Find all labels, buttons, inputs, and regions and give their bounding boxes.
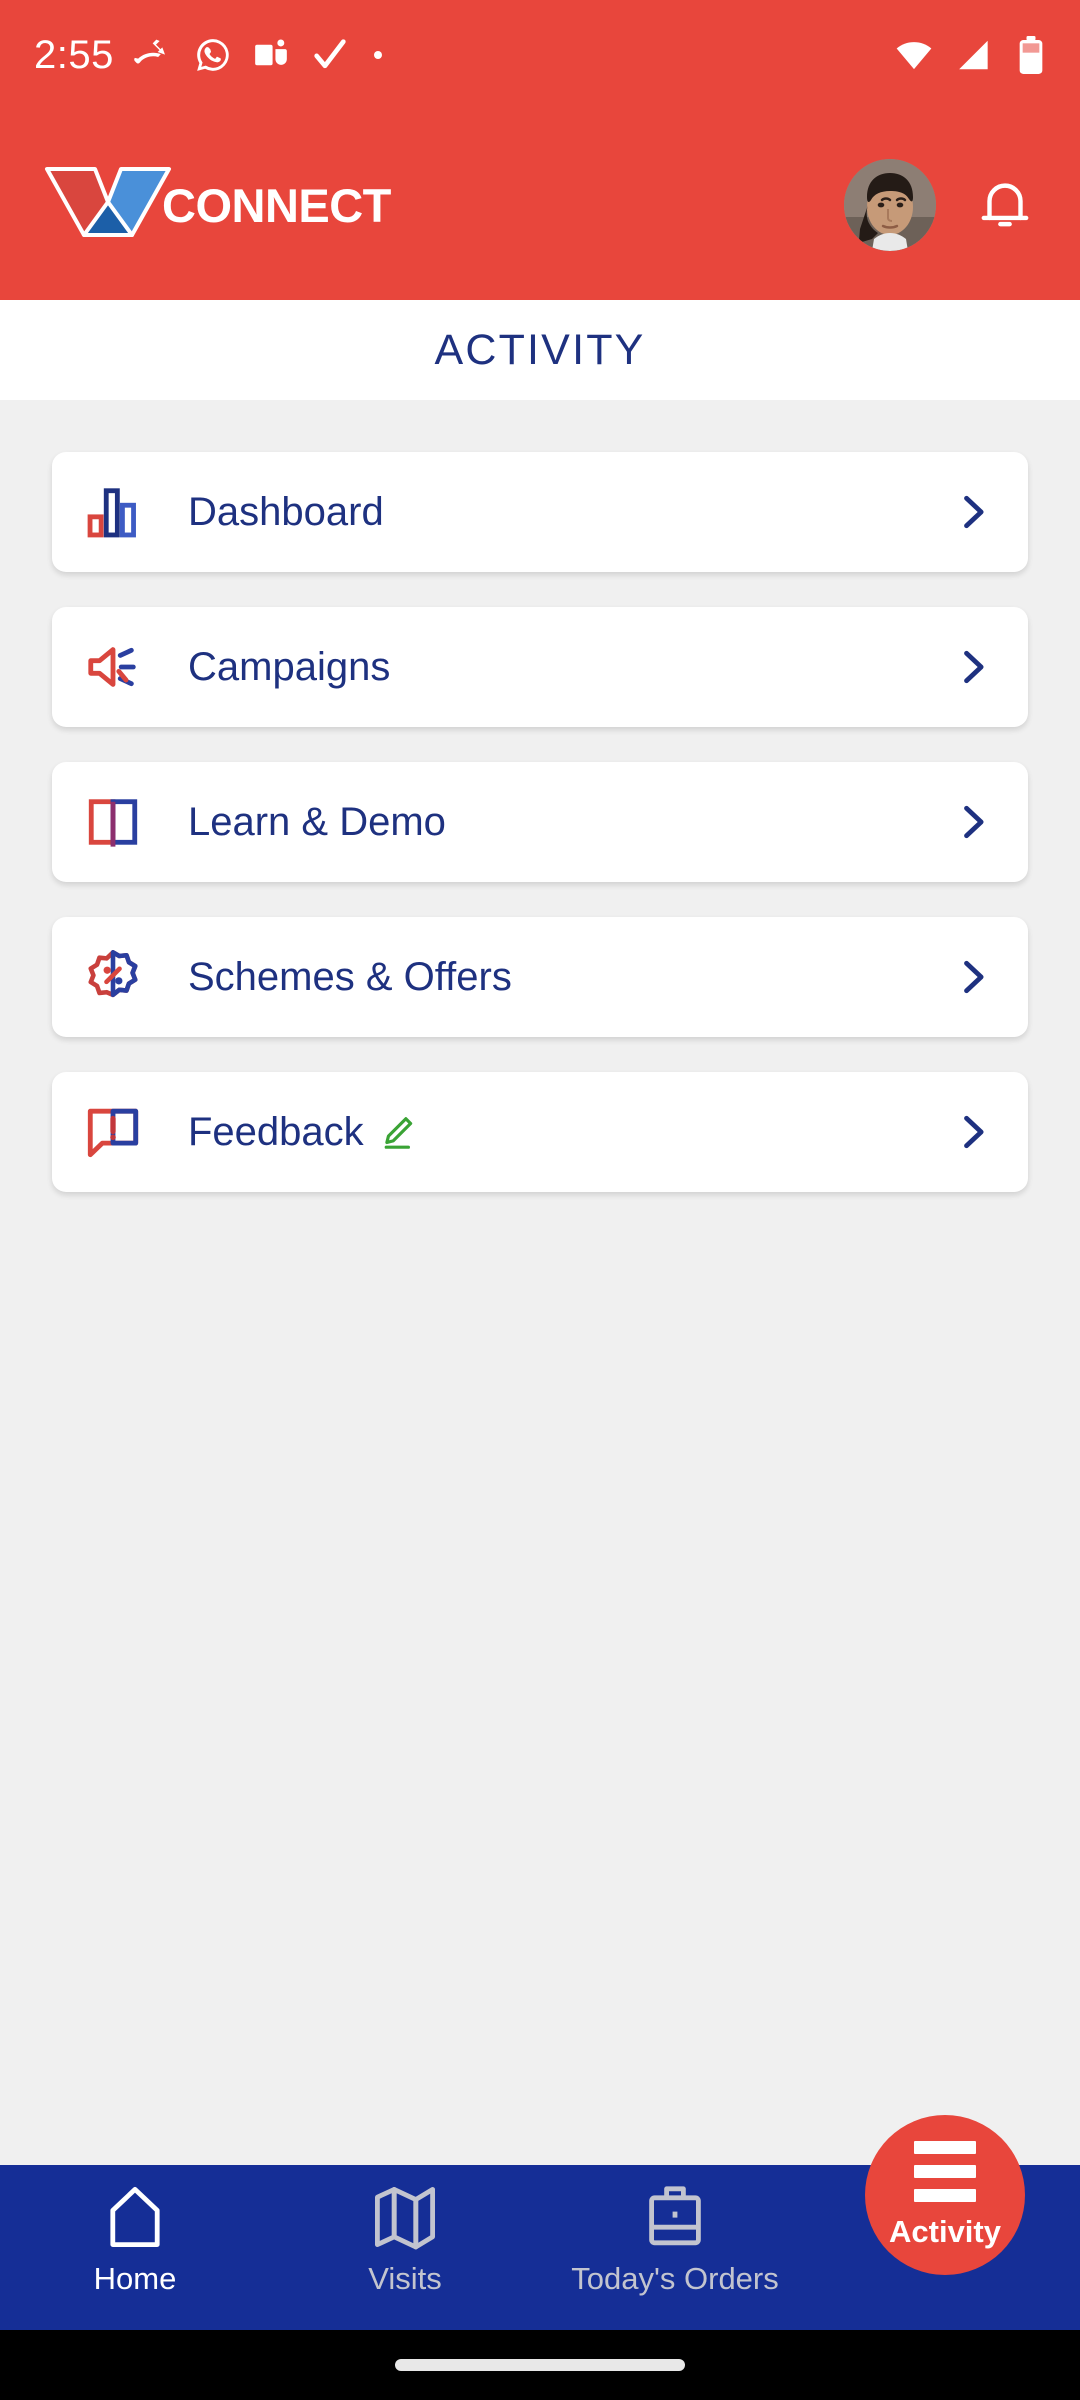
menu-item-label: Dashboard	[188, 490, 950, 535]
app-header-actions	[844, 159, 1036, 251]
nav-label-home: Home	[93, 2261, 177, 2296]
app-root: 2:55 CONNECT ACTIVITY Dashboard Campaign…	[0, 0, 1080, 2400]
chevron-right-icon	[950, 955, 994, 999]
dot-icon	[373, 51, 382, 59]
menu-label-text: Schemes & Offers	[188, 954, 512, 999]
menu-item-feedback[interactable]: Feedback	[52, 1072, 1028, 1192]
open-book-icon	[82, 791, 144, 853]
microsoft-teams-icon	[255, 39, 287, 66]
discount-badge-icon	[82, 946, 144, 1008]
menu-label-text: Dashboard	[188, 489, 384, 534]
missed-call-icon	[134, 39, 165, 64]
page-title: ACTIVITY	[434, 325, 646, 374]
home-icon	[110, 2187, 160, 2247]
edit-pencil-icon[interactable]	[378, 1113, 416, 1151]
gesture-handle[interactable]	[395, 2359, 685, 2371]
menu-label-text: Campaigns	[188, 644, 391, 689]
menu-label-text: Learn & Demo	[188, 799, 446, 844]
activity-menu-list: Dashboard Campaigns Learn & Demo Schemes…	[0, 400, 1080, 2165]
menu-item-campaigns[interactable]: Campaigns	[52, 607, 1028, 727]
cellular-signal-icon	[959, 40, 988, 70]
activity-fab-label: Activity	[889, 2213, 1001, 2249]
status-bar-left: 2:55	[34, 33, 894, 78]
menu-item-label: Schemes & Offers	[188, 955, 950, 1000]
menu-item-dashboard[interactable]: Dashboard	[52, 452, 1028, 572]
avatar-image	[844, 159, 936, 251]
bell-icon[interactable]	[974, 174, 1036, 236]
chevron-right-icon	[950, 800, 994, 844]
chevron-right-icon	[950, 1110, 994, 1154]
status-bar: 2:55	[0, 0, 1080, 110]
menu-item-schemes-and-offers[interactable]: Schemes & Offers	[52, 917, 1028, 1037]
nav-item-visits[interactable]: Visits	[270, 2181, 540, 2297]
nav-label-todays-orders: Today's Orders	[571, 2261, 779, 2296]
briefcase-icon	[649, 2186, 701, 2246]
menu-item-label: Learn & Demo	[188, 800, 950, 845]
wifi-icon	[896, 42, 932, 70]
chevron-right-icon	[950, 490, 994, 534]
chevron-right-icon	[950, 645, 994, 689]
avatar[interactable]	[844, 159, 936, 251]
status-bar-clock: 2:55	[34, 32, 114, 77]
system-gesture-bar	[0, 2330, 1080, 2400]
activity-fab-button[interactable]: Activity	[865, 2115, 1025, 2275]
status-bar-right	[894, 35, 1046, 75]
map-icon	[375, 2187, 435, 2250]
brand-name: CONNECT	[162, 178, 391, 232]
battery-icon	[1019, 36, 1043, 74]
feedback-alert-icon	[82, 1101, 144, 1163]
menu-item-learn-and-demo[interactable]: Learn & Demo	[52, 762, 1028, 882]
menu-label-text: Feedback	[188, 1109, 364, 1154]
nav-item-home[interactable]: Home	[0, 2181, 270, 2297]
nav-item-todays-orders[interactable]: Today's Orders	[540, 2181, 810, 2297]
bar-chart-icon	[82, 481, 144, 543]
app-header: CONNECT	[0, 110, 1080, 300]
brand-logo[interactable]: CONNECT	[44, 166, 844, 244]
whatsapp-icon	[197, 39, 229, 71]
hamburger-menu-icon	[914, 2140, 976, 2202]
nav-label-visits: Visits	[368, 2261, 442, 2296]
v-logo-icon	[45, 167, 171, 237]
page-title-band: ACTIVITY	[0, 300, 1080, 400]
menu-item-label: Feedback	[188, 1110, 950, 1155]
megaphone-icon	[82, 636, 144, 698]
checkmark-icon	[314, 39, 346, 69]
menu-item-label: Campaigns	[188, 645, 950, 690]
